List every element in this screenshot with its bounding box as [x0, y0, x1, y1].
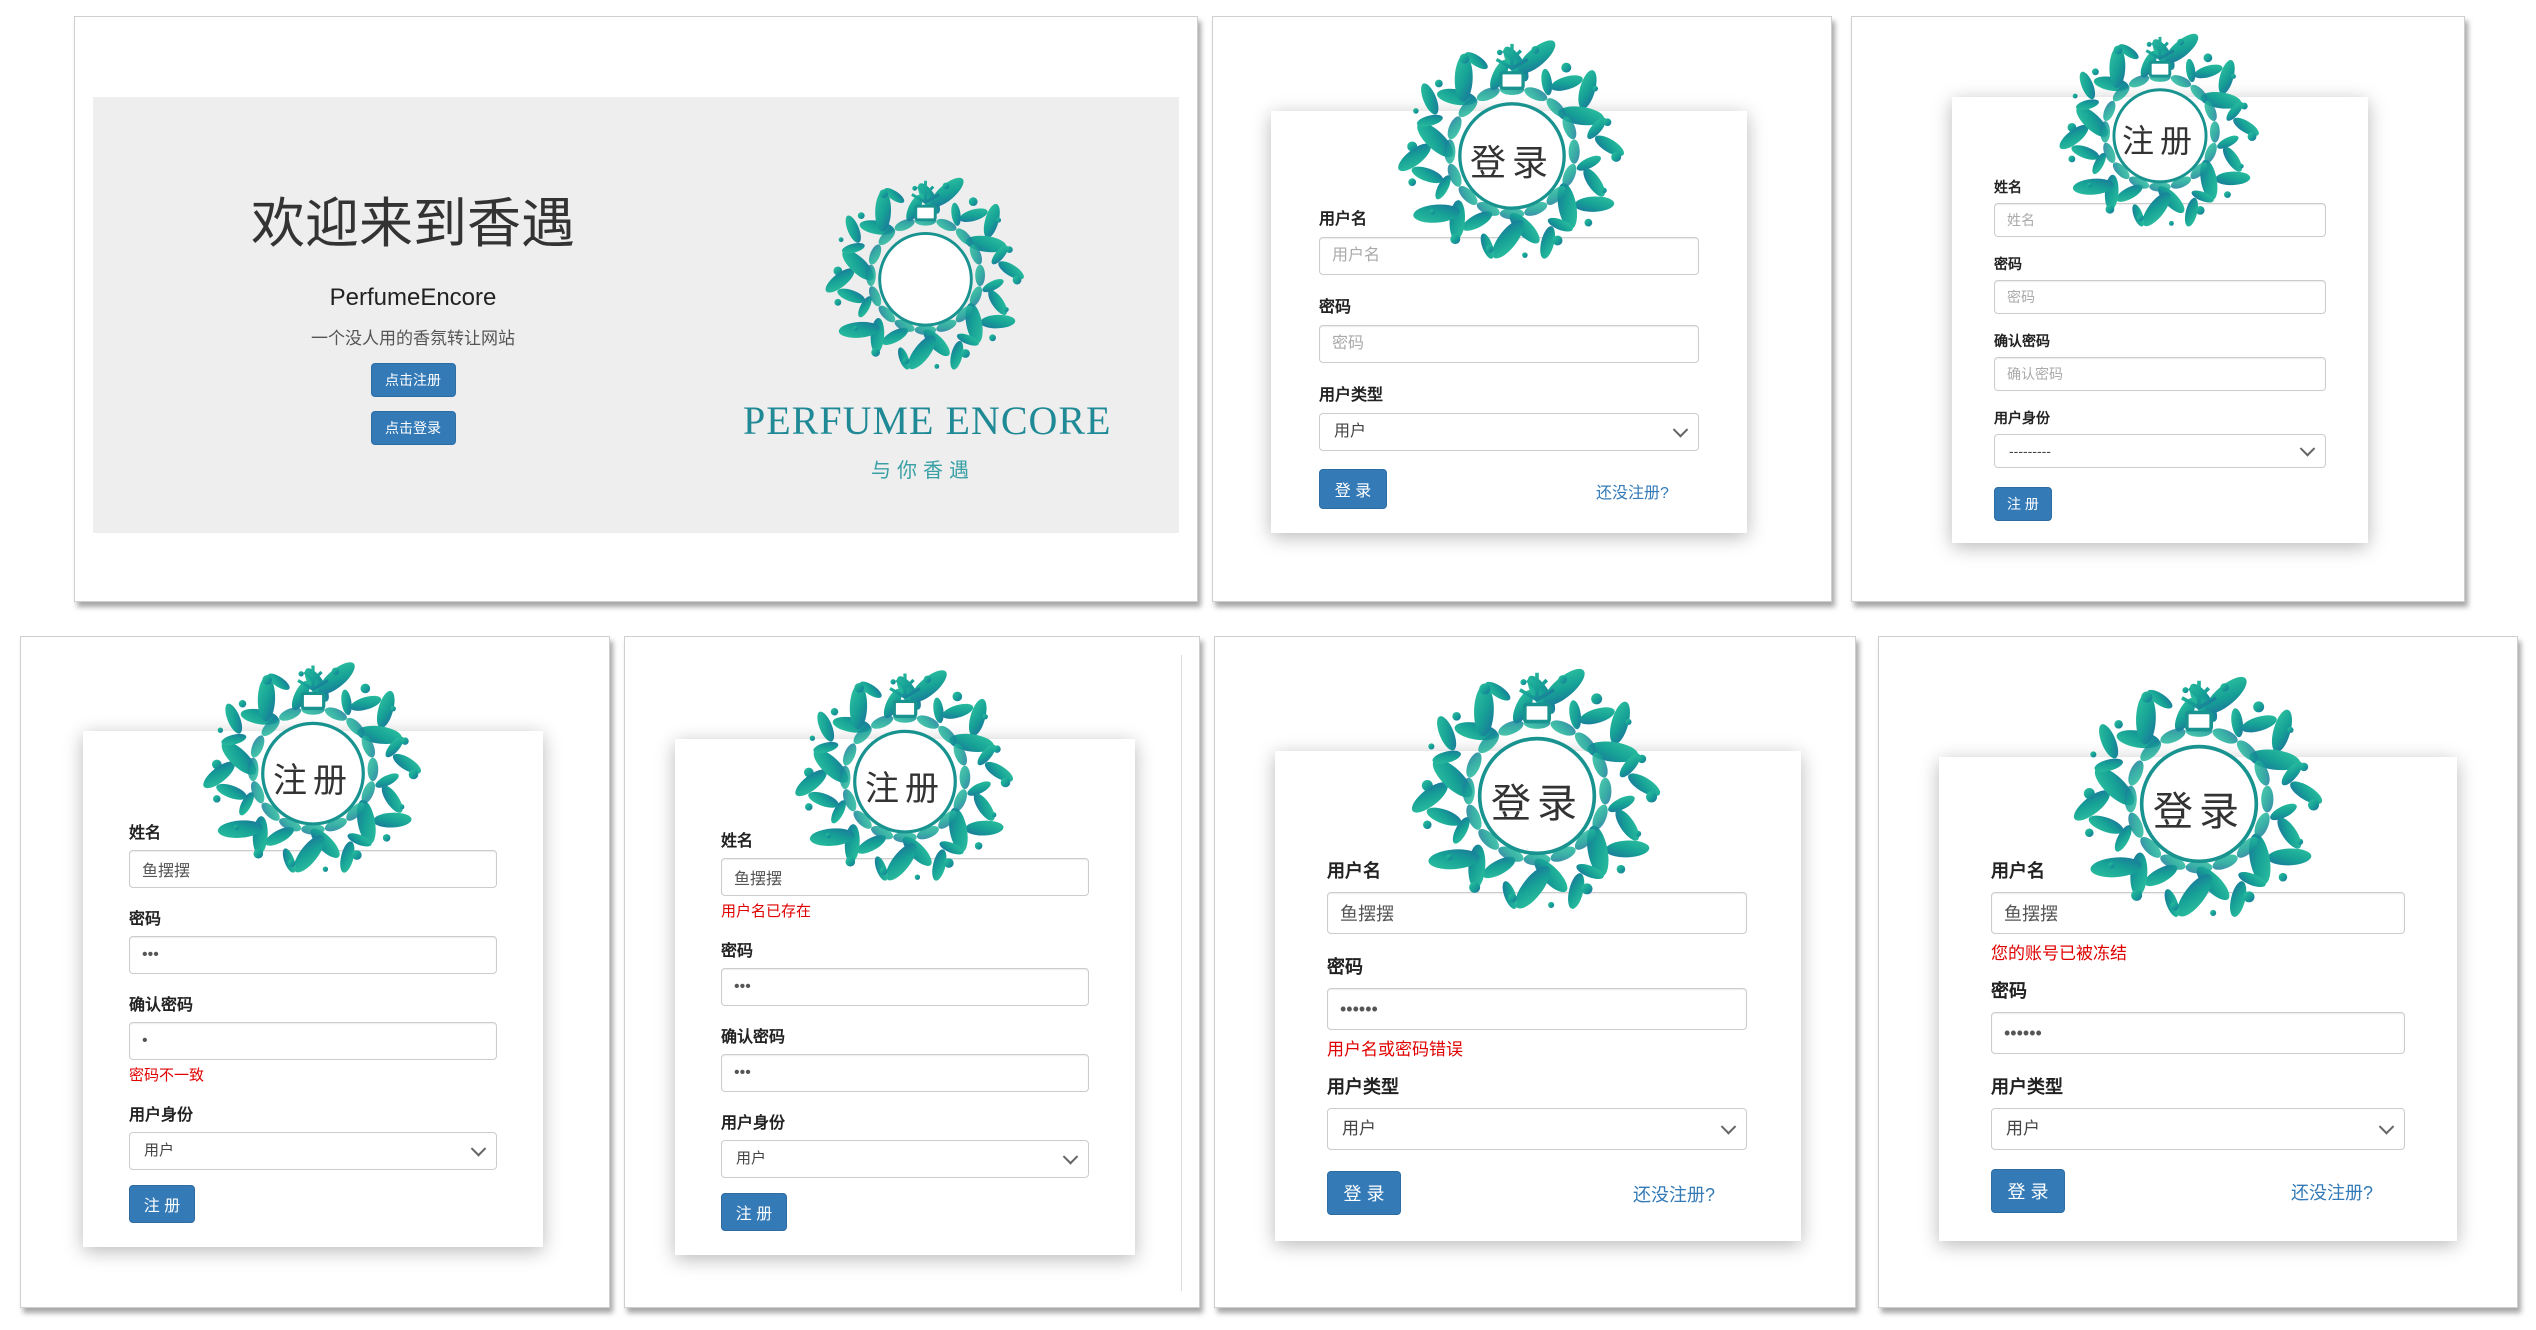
usertype-label: 用户类型	[1991, 1077, 2063, 1097]
username-exists-error: 用户名已存在	[721, 903, 812, 920]
chevron-down-icon	[1062, 1149, 1079, 1165]
account-frozen-error: 您的账号已被冻结	[1991, 944, 2127, 963]
usertype-value: 用户	[1342, 1119, 1376, 1138]
screenshot-login-frozen: 用户名 您的账号已被冻结 密码 用户类型 用户 登 录 还没注册? 登录	[1878, 636, 2518, 1308]
identity-select[interactable]: 用户	[721, 1140, 1089, 1178]
perfume-wreath-icon: 登录	[1398, 35, 1625, 259]
usertype-label: 用户类型	[1319, 387, 1384, 404]
login-button[interactable]: 登 录	[1991, 1169, 2065, 1213]
confirm-password-label: 确认密码	[1994, 333, 2050, 349]
screenshot-register-mismatch: 姓名 密码 确认密码 密码不一致 用户身份 用户 注 册 注册	[20, 636, 610, 1308]
welcome-tagline: 一个没人用的香氛转让网站	[311, 329, 515, 348]
password-label: 密码	[129, 911, 162, 928]
confirm-password-input[interactable]	[721, 1054, 1089, 1092]
identity-label: 用户身份	[1994, 410, 2050, 426]
password-input[interactable]	[1327, 988, 1747, 1030]
identity-value: 用户	[736, 1150, 767, 1167]
usertype-value: 用户	[2006, 1119, 2040, 1138]
welcome-block: 欢迎来到香遇 PerfumeEncore 一个没人用的香氛转让网站 点击注册 点…	[213, 179, 613, 445]
identity-select[interactable]: 用户	[129, 1132, 497, 1170]
register-button[interactable]: 注 册	[721, 1193, 787, 1231]
form-heading: 注册	[865, 768, 945, 809]
usertype-select[interactable]: 用户	[1991, 1108, 2405, 1150]
screenshot-register-exists: 姓名 用户名已存在 密码 确认密码 用户身份 用户 注 册 注册	[624, 636, 1200, 1308]
welcome-title: 欢迎来到香遇	[251, 194, 575, 254]
password-label: 密码	[1327, 957, 1363, 977]
register-link[interactable]: 还没注册?	[2291, 1179, 2373, 1205]
identity-value: ---------	[2009, 443, 2051, 459]
confirm-password-input[interactable]	[129, 1022, 497, 1060]
form-heading: 登录	[2153, 789, 2245, 836]
confirm-password-input[interactable]	[1994, 357, 2326, 391]
screenshot-login-empty: 用户名 密码 用户类型 用户 登 录 还没注册? 登录	[1212, 16, 1832, 602]
perfume-wreath-icon: 登录	[1411, 663, 1661, 909]
screenshot-login-wrong: 用户名 密码 用户名或密码错误 用户类型 用户 登 录 还没注册? 登录	[1214, 636, 1856, 1308]
identity-select[interactable]: ---------	[1994, 434, 2326, 468]
password-label: 密码	[1319, 299, 1352, 316]
chevron-down-icon	[1720, 1119, 1737, 1135]
chevron-down-icon	[470, 1141, 487, 1157]
form-heading: 注册	[2121, 121, 2198, 160]
usertype-value: 用户	[1334, 423, 1367, 440]
password-input[interactable]	[1991, 1012, 2405, 1054]
password-label: 密码	[1994, 256, 2022, 272]
divider	[1181, 655, 1182, 1291]
confirm-password-label: 确认密码	[721, 1029, 786, 1046]
screenshot-welcome: 欢迎来到香遇 PerfumeEncore 一个没人用的香氛转让网站 点击注册 点…	[74, 16, 1198, 602]
usertype-label: 用户类型	[1327, 1077, 1399, 1097]
form-heading: 登录	[1469, 142, 1554, 184]
form-heading: 注册	[273, 760, 353, 801]
identity-label: 用户身份	[721, 1115, 786, 1132]
register-link[interactable]: 还没注册?	[1596, 479, 1669, 503]
perfume-wreath-icon: 登录	[2073, 671, 2323, 917]
welcome-subtitle: PerfumeEncore	[329, 284, 497, 311]
confirm-password-label: 确认密码	[129, 997, 194, 1014]
password-label: 密码	[1991, 981, 2027, 1001]
identity-value: 用户	[144, 1142, 175, 1159]
chevron-down-icon	[2299, 441, 2316, 457]
login-button[interactable]: 登 录	[1327, 1171, 1401, 1215]
perfume-wreath-icon: 注册	[2059, 29, 2259, 227]
form-heading: 登录	[1491, 781, 1583, 828]
brand-name: PERFUME ENCORE	[743, 398, 1112, 443]
go-register-button[interactable]: 点击注册	[370, 363, 456, 397]
go-login-button[interactable]: 点击登录	[370, 411, 456, 445]
password-input[interactable]	[1994, 280, 2326, 314]
chevron-down-icon	[2378, 1119, 2395, 1135]
perfume-wreath-icon: 注册	[795, 665, 1013, 881]
login-button[interactable]: 登 录	[1319, 469, 1387, 509]
brand-slogan: 与你香遇	[871, 460, 975, 482]
usertype-select[interactable]: 用户	[1319, 413, 1699, 451]
password-mismatch-error: 密码不一致	[129, 1067, 205, 1084]
password-label: 密码	[721, 943, 754, 960]
usertype-select[interactable]: 用户	[1327, 1108, 1747, 1150]
screenshot-register-empty: 姓名 密码 确认密码 用户身份 --------- 注 册 注册	[1851, 16, 2465, 602]
password-input[interactable]	[129, 936, 497, 974]
register-link[interactable]: 还没注册?	[1633, 1181, 1715, 1207]
brand-logo-text: PERFUME ENCORE 与你香遇	[743, 397, 1112, 483]
register-button[interactable]: 注 册	[1994, 487, 2052, 521]
jumbotron: 欢迎来到香遇 PerfumeEncore 一个没人用的香氛转让网站 点击注册 点…	[93, 97, 1179, 533]
perfume-wreath-icon	[825, 173, 1024, 370]
register-button[interactable]: 注 册	[129, 1185, 195, 1223]
chevron-down-icon	[1672, 422, 1689, 438]
password-input[interactable]	[1319, 325, 1699, 363]
login-error: 用户名或密码错误	[1327, 1040, 1463, 1059]
identity-label: 用户身份	[129, 1107, 194, 1124]
perfume-wreath-icon: 注册	[203, 657, 421, 873]
password-input[interactable]	[721, 968, 1089, 1006]
